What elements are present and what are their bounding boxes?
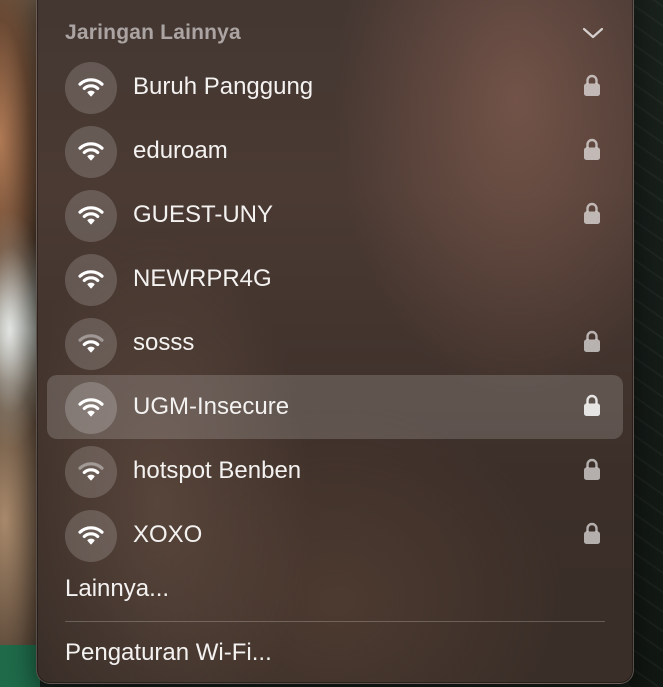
network-item[interactable]: NEWRPR4G [47,247,623,311]
wifi-icon [65,190,117,242]
network-item[interactable]: eduroam [47,119,623,183]
wifi-icon [65,446,117,498]
wifi-icon [65,62,117,114]
other-networks-header[interactable]: Jaringan Lainnya [65,21,605,47]
network-name: hotspot Benben [133,457,302,484]
network-list: Buruh Panggung eduroam GUEST-UNY NEWRPR4G so… [47,55,623,567]
menu-separator [65,621,605,622]
network-name: sosss [133,329,195,356]
network-name: GUEST-UNY [133,201,274,228]
network-name: NEWRPR4G [133,265,272,292]
lock-icon [583,457,601,481]
desktop-background-right [629,0,663,687]
network-item[interactable]: Buruh Panggung [47,55,623,119]
lock-icon [583,521,601,545]
network-item[interactable]: GUEST-UNY [47,183,623,247]
desktop-background-strip [0,645,40,687]
wifi-settings-item[interactable]: Pengaturan Wi-Fi... [65,639,272,667]
network-item[interactable]: UGM-Insecure [47,375,623,439]
wifi-icon [65,254,117,306]
wifi-icon [65,126,117,178]
lock-icon [583,329,601,353]
lock-icon [583,393,601,417]
network-item[interactable]: XOXO [47,503,623,567]
wifi-menu-panel: Jaringan Lainnya Buruh Panggung eduroam GU… [36,0,634,684]
network-item[interactable]: hotspot Benben [47,439,623,503]
network-item[interactable]: sosss [47,311,623,375]
more-networks-item[interactable]: Lainnya... [65,575,169,603]
wifi-icon [65,382,117,434]
lock-icon [583,73,601,97]
section-title: Jaringan Lainnya [65,21,241,44]
network-name: XOXO [133,521,203,548]
network-name: UGM-Insecure [133,393,290,420]
network-name: Buruh Panggung [133,73,314,100]
desktop-background-left [0,0,40,687]
wifi-icon [65,510,117,562]
chevron-down-icon[interactable] [581,23,605,43]
network-name: eduroam [133,137,228,164]
wifi-icon [65,318,117,370]
lock-icon [583,137,601,161]
lock-icon [583,201,601,225]
